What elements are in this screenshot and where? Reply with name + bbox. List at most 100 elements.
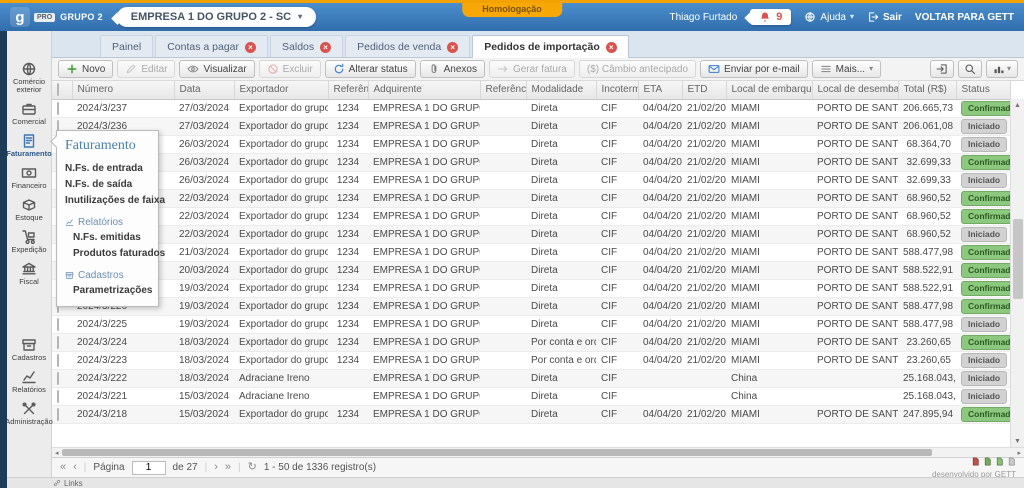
scroll-down-arrow[interactable]: ▼: [1014, 435, 1021, 447]
table-row[interactable]: 2024/3/23222/03/2024Exportador do grupo …: [52, 189, 1010, 207]
scroll-up-arrow[interactable]: ▲: [1014, 99, 1021, 111]
flyout-item-n-fs-emitidas[interactable]: N.Fs. emitidas: [65, 230, 150, 246]
notifications-button[interactable]: 9: [750, 9, 791, 25]
column-header-status[interactable]: Status: [956, 81, 1010, 99]
sidebar-item-estoque[interactable]: Estoque: [7, 197, 51, 222]
table-row[interactable]: 2024/3/23627/03/2024Exportador do grupo …: [52, 117, 1010, 135]
column-header-checkbox[interactable]: [52, 81, 72, 99]
select-all-checkbox[interactable]: [57, 83, 59, 96]
table-row[interactable]: 2024/3/23426/03/2024Exportador do grupo …: [52, 153, 1010, 171]
flyout-item-inutiliza-es-de-faixa[interactable]: Inutilizações de faixa: [65, 193, 150, 209]
sidebar-item-fiscal[interactable]: Fiscal: [7, 261, 51, 286]
logout-button[interactable]: Sair: [867, 11, 902, 23]
row-checkbox[interactable]: [57, 336, 59, 349]
back-to-gett-button[interactable]: VOLTAR PARA GETT: [915, 12, 1014, 23]
first-page-button[interactable]: «: [60, 462, 66, 473]
column-header-total-r-[interactable]: Total (R$): [898, 81, 956, 99]
row-checkbox[interactable]: [57, 372, 59, 385]
table-row[interactable]: 2024/3/23326/03/2024Exportador do grupo …: [52, 171, 1010, 189]
help-menu[interactable]: Ajuda ▾: [804, 11, 854, 23]
table-row[interactable]: 2024/3/23022/03/2024Exportador do grupo …: [52, 225, 1010, 243]
sidebar-item-relat-rios[interactable]: Relatórios: [7, 369, 51, 394]
table-row[interactable]: 2024/3/23727/03/2024Exportador do grupo …: [52, 99, 1010, 117]
export-tool-button[interactable]: [930, 60, 954, 78]
anexos-button[interactable]: Anexos: [420, 60, 485, 78]
tab-pedidos-de-importa-o[interactable]: Pedidos de importação×: [472, 35, 629, 58]
export-txt-button[interactable]: [1007, 457, 1016, 469]
column-header-n-mero[interactable]: Número: [72, 81, 174, 99]
visualizar-button[interactable]: Visualizar: [179, 60, 254, 78]
table-row[interactable]: 2024/3/22115/03/2024Adraciane IrenoEMPRE…: [52, 387, 1010, 405]
table-row[interactable]: 2024/3/22218/03/2024Adraciane IrenoEMPRE…: [52, 369, 1010, 387]
row-checkbox[interactable]: [57, 354, 59, 367]
flyout-item-n-fs-de-sa-da[interactable]: N.Fs. de saída: [65, 177, 150, 193]
column-header-incoterms[interactable]: Incoterms≡: [596, 81, 638, 99]
mais-button[interactable]: Mais...▾: [812, 60, 881, 78]
flyout-item-parametriza-es[interactable]: Parametrizações: [65, 283, 150, 299]
last-page-button[interactable]: »: [225, 462, 231, 473]
alterar-status-button[interactable]: Alterar status: [325, 60, 416, 78]
table-row[interactable]: 2024/3/23122/03/2024Exportador do grupo …: [52, 207, 1010, 225]
table-row[interactable]: 2024/3/22820/03/2024Exportador do grupo …: [52, 261, 1010, 279]
column-header-etd[interactable]: ETD: [682, 81, 726, 99]
row-checkbox[interactable]: [57, 408, 59, 421]
sidebar-item-com-rcio-exterior[interactable]: Comércio exterior: [7, 61, 51, 94]
next-page-button[interactable]: ›: [214, 462, 218, 473]
tab-close-icon[interactable]: ×: [447, 42, 458, 53]
tab-pedidos-de-venda[interactable]: Pedidos de venda×: [345, 35, 470, 57]
vertical-scrollbar[interactable]: ▲ ▼: [1010, 99, 1024, 447]
table-row[interactable]: 2024/3/21815/03/2024Exportador do grupo …: [52, 405, 1010, 423]
row-checkbox[interactable]: [57, 390, 59, 403]
refresh-button[interactable]: ↻: [248, 462, 257, 473]
sidebar-item-comercial[interactable]: Comercial: [7, 101, 51, 126]
flyout-item-cadastros[interactable]: Cadastros: [65, 268, 150, 283]
table-row[interactable]: 2024/3/23526/03/2024Exportador do grupo …: [52, 135, 1010, 153]
export-xls-button[interactable]: [983, 457, 992, 469]
export-pdf-button[interactable]: [971, 457, 980, 469]
company-selector[interactable]: EMPRESA 1 DO GRUPO 2 - SC ▾: [117, 7, 316, 27]
table-row[interactable]: 2024/3/22418/03/2024Exportador do grupo …: [52, 333, 1010, 351]
prev-page-button[interactable]: ‹: [73, 462, 77, 473]
column-header-eta[interactable]: ETA: [638, 81, 682, 99]
row-checkbox[interactable]: [57, 102, 59, 115]
page-number-input[interactable]: [132, 461, 166, 475]
flyout-item-n-fs-de-entrada[interactable]: N.Fs. de entrada: [65, 161, 150, 177]
column-header-refer-ncia[interactable]: Referência: [328, 81, 368, 99]
table-row[interactable]: 2024/3/22519/03/2024Exportador do grupo …: [52, 315, 1010, 333]
enviar-por-e-mail-button[interactable]: Enviar por e-mail: [700, 60, 808, 78]
links-label[interactable]: Links: [64, 479, 83, 488]
column-header-modalidade[interactable]: Modalidade: [526, 81, 596, 99]
column-header-local-de-embarque[interactable]: Local de embarque: [726, 81, 812, 99]
export-csv-button[interactable]: [995, 457, 1004, 469]
scroll-right-arrow[interactable]: ▸: [1017, 449, 1021, 457]
flyout-item-relat-rios[interactable]: Relatórios: [65, 215, 150, 230]
chart-bars-tool-button[interactable]: ▾: [986, 60, 1018, 78]
scroll-left-arrow[interactable]: ◂: [55, 449, 59, 457]
table-row[interactable]: 2024/3/22619/03/2024Exportador do grupo …: [52, 297, 1010, 315]
tab-close-icon[interactable]: ×: [320, 42, 331, 53]
horizontal-scrollbar[interactable]: ◂ ▸: [52, 447, 1024, 457]
horizontal-scroll-thumb[interactable]: [62, 449, 932, 456]
column-header-refer-ncia[interactable]: Referência: [480, 81, 526, 99]
sidebar-item-expedi-o[interactable]: Expedição: [7, 229, 51, 254]
table-row[interactable]: 2024/3/22318/03/2024Exportador do grupo …: [52, 351, 1010, 369]
row-checkbox[interactable]: [57, 318, 59, 331]
sidebar-item-financeiro[interactable]: Financeiro: [7, 165, 51, 190]
tab-close-icon[interactable]: ×: [245, 42, 256, 53]
tab-saldos[interactable]: Saldos×: [270, 35, 343, 57]
tab-painel[interactable]: Painel: [100, 35, 153, 57]
table-row[interactable]: 2024/3/22719/03/2024Exportador do grupo …: [52, 279, 1010, 297]
column-header-local-de-desembarque[interactable]: Local de desembarque: [812, 81, 898, 99]
novo-button[interactable]: Novo: [58, 60, 113, 78]
column-header-adquirente[interactable]: Adquirente: [368, 81, 480, 99]
sidebar-item-faturamento[interactable]: Faturamento: [7, 133, 51, 158]
sidebar-item-administra-o[interactable]: Administração: [7, 401, 51, 426]
sidebar-item-cadastros[interactable]: Cadastros: [7, 337, 51, 362]
tab-contas-a-pagar[interactable]: Contas a pagar×: [155, 35, 268, 57]
column-header-data[interactable]: Data: [174, 81, 234, 99]
flyout-item-produtos-faturados[interactable]: Produtos faturados: [65, 246, 150, 262]
column-header-exportador[interactable]: Exportador: [234, 81, 328, 99]
table-row[interactable]: 2024/3/22921/03/2024Exportador do grupo …: [52, 243, 1010, 261]
tab-close-icon[interactable]: ×: [606, 42, 617, 53]
search-tool-button[interactable]: [958, 60, 982, 78]
